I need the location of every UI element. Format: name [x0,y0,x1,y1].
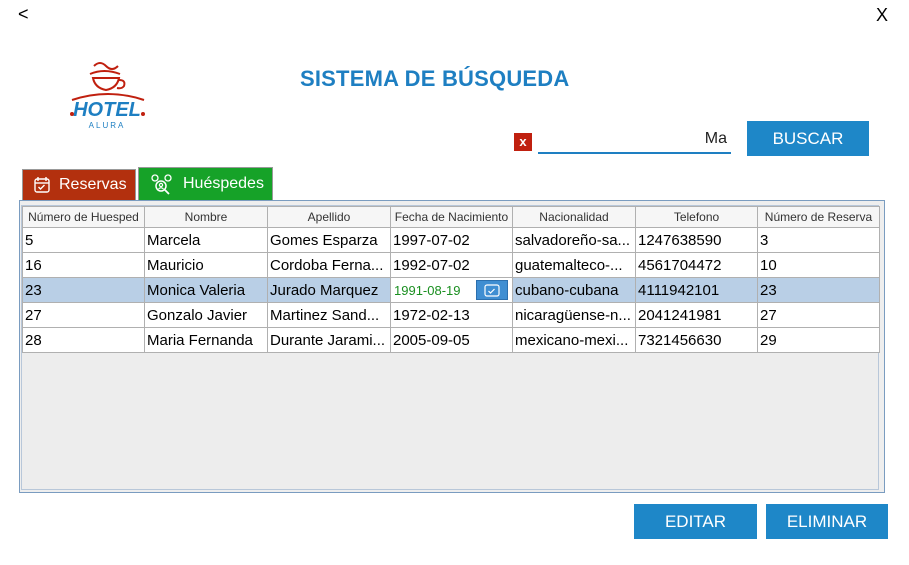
table-cell[interactable]: 28 [22,327,145,353]
tab-huespedes[interactable]: Huéspedes [138,167,273,200]
col-header-telefono[interactable]: Telefono [635,206,758,228]
col-header-apellido[interactable]: Apellido [267,206,391,228]
table-cell[interactable]: cubano-cubana [512,277,636,303]
hotel-logo: HOTEL ALURA [60,58,155,133]
table-cell[interactable]: 5 [22,227,145,253]
table-cell[interactable]: 1992-07-02 [390,252,513,278]
back-button[interactable]: < [18,4,29,25]
table-cell[interactable]: Gomes Esparza [267,227,391,253]
table-row[interactable]: 5 Marcela Gomes Esparza 1997-07-02 salva… [22,227,880,253]
col-header-numero-reserva[interactable]: Número de Reserva [757,206,880,228]
date-editor-input[interactable]: 1991-08-19 [392,283,475,298]
table-cell[interactable]: 27 [22,302,145,328]
guests-table[interactable]: Número de Huesped Nombre Apellido Fecha … [21,205,880,490]
table-cell[interactable]: 2041241981 [635,302,758,328]
tab-huespedes-label: Huéspedes [183,175,264,192]
table-cell[interactable]: 1247638590 [635,227,758,253]
table-cell[interactable]: 10 [757,252,880,278]
table-cell[interactable]: 27 [757,302,880,328]
col-header-numero-huesped[interactable]: Número de Huesped [22,206,145,228]
col-header-nacionalidad[interactable]: Nacionalidad [512,206,636,228]
close-button[interactable]: X [876,5,888,26]
table-cell[interactable]: salvadoreño-sa... [512,227,636,253]
table-cell[interactable]: Jurado Marquez [267,277,391,303]
table-cell[interactable]: nicaragüense-n... [512,302,636,328]
table-cell[interactable]: 16 [22,252,145,278]
clear-search-button[interactable]: x [514,133,532,151]
table-cell[interactable]: 3 [757,227,880,253]
table-row-selected[interactable]: 23 Monica Valeria Jurado Marquez 1991-08… [22,277,880,303]
table-cell[interactable]: 2005-09-05 [390,327,513,353]
col-header-fecha-nacimiento[interactable]: Fecha de Nacimiento [390,206,513,228]
calendar-icon [484,284,500,297]
table-cell[interactable]: Martinez Sand... [267,302,391,328]
table-header-row: Número de Huesped Nombre Apellido Fecha … [22,206,880,228]
table-cell[interactable]: 4111942101 [635,277,758,303]
table-cell[interactable]: Durante Jarami... [267,327,391,353]
table-cell[interactable]: 4561704472 [635,252,758,278]
table-cell[interactable]: 7321456630 [635,327,758,353]
table-cell[interactable]: 1997-07-02 [390,227,513,253]
table-cell[interactable]: Mauricio [144,252,268,278]
table-cell[interactable]: Marcela [144,227,268,253]
table-cell[interactable]: 1972-02-13 [390,302,513,328]
table-row[interactable]: 16 Mauricio Cordoba Ferna... 1992-07-02 … [22,252,880,278]
calendar-check-icon [34,177,50,193]
table-cell[interactable]: 23 [757,277,880,303]
table-cell[interactable]: 23 [22,277,145,303]
table-cell[interactable]: guatemalteco-... [512,252,636,278]
col-header-nombre[interactable]: Nombre [144,206,268,228]
table-cell[interactable]: Maria Fernanda [144,327,268,353]
table-cell[interactable]: Gonzalo Javier [144,302,268,328]
tab-reservas[interactable]: Reservas [22,169,136,200]
calendar-picker-button[interactable] [476,280,508,300]
table-row[interactable]: 28 Maria Fernanda Durante Jarami... 2005… [22,327,880,353]
table-cell[interactable]: Monica Valeria [144,277,268,303]
delete-button[interactable]: ELIMINAR [766,504,888,539]
edit-button[interactable]: EDITAR [634,504,757,539]
table-row[interactable]: 27 Gonzalo Javier Martinez Sand... 1972-… [22,302,880,328]
table-cell[interactable]: 29 [757,327,880,353]
logo-subtitle: ALURA [89,121,126,130]
search-input[interactable] [538,126,731,154]
tab-reservas-label: Reservas [59,176,127,193]
table-cell[interactable]: Cordoba Ferna... [267,252,391,278]
users-search-icon [151,174,172,195]
logo-wordmark: HOTEL [73,99,141,121]
page-title: SISTEMA DE BÚSQUEDA [300,66,570,91]
search-button[interactable]: BUSCAR [747,121,869,156]
table-cell[interactable]: mexicano-mexi... [512,327,636,353]
date-editor-cell[interactable]: 1991-08-19 [390,277,513,303]
